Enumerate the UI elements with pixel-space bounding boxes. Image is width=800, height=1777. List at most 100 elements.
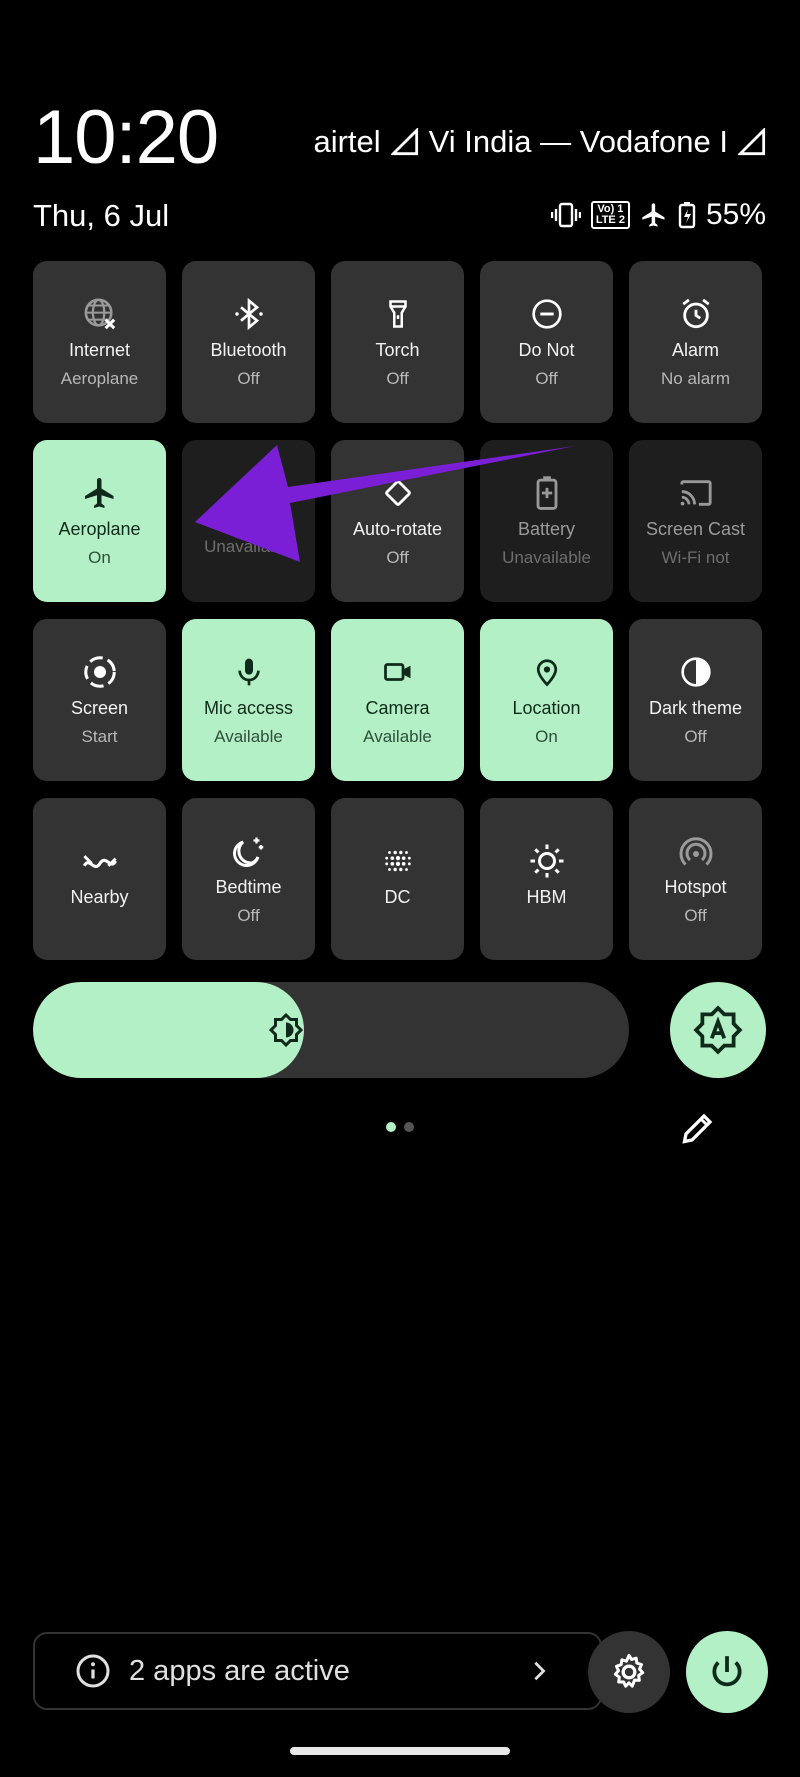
tile-label: Screen Cast — [645, 518, 746, 539]
settings-button[interactable] — [588, 1631, 670, 1713]
tile-label: Bluetooth — [210, 339, 287, 360]
tile-status: Start — [81, 726, 118, 746]
tile-status: Wi-Fi not — [661, 547, 730, 567]
dc-dimming-icon — [380, 843, 416, 879]
brightness-level — [33, 982, 304, 1078]
tile-status: Aeroplane — [60, 368, 139, 388]
active-apps-bar[interactable]: 2 apps are active — [33, 1632, 602, 1710]
edit-pencil-icon[interactable] — [680, 1110, 716, 1146]
tile-mic-access[interactable]: Mic access Available — [182, 619, 315, 781]
tile-status: On — [535, 726, 558, 746]
carrier-info: airtel Vi India — Vodafone I — [313, 124, 766, 160]
tile-aeroplane[interactable]: Aeroplane On — [33, 440, 166, 602]
carrier-2-label: Vi India — Vodafone I — [428, 124, 728, 159]
tile-unavailable[interactable]: Unavailable — [182, 440, 315, 602]
tile-nearby[interactable]: Nearby — [33, 798, 166, 960]
tile-label: Torch — [375, 339, 420, 360]
tile-dc-dimming[interactable]: DC — [331, 798, 464, 960]
tile-status: Unavailable — [502, 547, 591, 567]
tile-label: HBM — [526, 886, 567, 907]
chevron-right-icon — [534, 1661, 546, 1681]
tile-hbm[interactable]: HBM — [480, 798, 613, 960]
tile-battery-saver[interactable]: Battery Unavailable — [480, 440, 613, 602]
tile-status: No alarm — [661, 368, 730, 388]
airplane-icon — [82, 475, 118, 511]
bluetooth-icon — [231, 296, 267, 332]
tile-status: Available — [214, 726, 283, 746]
airplane-icon — [640, 201, 668, 229]
tile-status: Off — [237, 368, 260, 388]
power-button[interactable] — [686, 1631, 768, 1713]
quick-settings-grid: Internet Aeroplane Bluetooth Off Torch O… — [33, 261, 765, 960]
tile-alarm[interactable]: Alarm No alarm — [629, 261, 762, 423]
auto-brightness-icon — [693, 1005, 743, 1055]
camera-icon — [380, 654, 416, 690]
tile-auto-rotate[interactable]: Auto-rotate Off — [331, 440, 464, 602]
tile-status: Off — [684, 905, 707, 925]
tile-label: Location — [512, 697, 581, 718]
carrier-1-label: airtel — [313, 124, 381, 159]
dark-theme-icon — [678, 654, 714, 690]
tile-screen-record[interactable]: Screen Start — [33, 619, 166, 781]
tile-camera-access[interactable]: Camera Available — [331, 619, 464, 781]
screen-record-icon — [82, 654, 118, 690]
tile-label: DC — [384, 886, 411, 907]
do-not-disturb-icon — [529, 296, 565, 332]
info-icon — [76, 1654, 110, 1688]
tile-status: Available — [363, 726, 432, 746]
flashlight-icon — [380, 296, 416, 332]
power-icon — [712, 1656, 742, 1687]
tile-label: Auto-rotate — [352, 518, 443, 539]
tile-status: Off — [535, 368, 558, 388]
tile-label: Hotspot — [664, 876, 727, 897]
tile-label: Aeroplane — [58, 518, 141, 539]
tile-dark-theme[interactable]: Dark theme Off — [629, 619, 762, 781]
volte-lte-icon: Vo) 1 LTE 2 — [590, 201, 630, 229]
tile-bluetooth[interactable]: Bluetooth Off — [182, 261, 315, 423]
status-icons: Vo) 1 LTE 2 55% — [550, 198, 766, 232]
tile-label: Dark theme — [648, 697, 743, 718]
brightness-icon — [268, 1012, 304, 1048]
high-brightness-icon — [529, 843, 565, 879]
tile-location[interactable]: Location On — [480, 619, 613, 781]
tile-label: Camera — [365, 697, 430, 718]
cast-icon — [678, 475, 714, 511]
tile-status: Off — [386, 547, 409, 567]
battery-saver-icon — [529, 475, 565, 511]
clock: 10:20 — [33, 95, 219, 180]
hotspot-icon — [678, 833, 714, 869]
settings-gear-icon — [613, 1653, 645, 1688]
tile-status: Off — [237, 905, 260, 925]
tile-label: Do Not — [518, 339, 575, 360]
brightness-slider[interactable] — [33, 982, 629, 1078]
tile-status: On — [88, 547, 111, 567]
tile-label: Battery — [517, 518, 576, 539]
tile-hotspot[interactable]: Hotspot Off — [629, 798, 762, 960]
globe-off-icon — [82, 296, 118, 332]
signal-icon — [738, 128, 766, 156]
blank-icon — [231, 485, 267, 521]
date-label: Thu, 6 Jul — [33, 198, 170, 233]
tile-screen-cast[interactable]: Screen Cast Wi-Fi not — [629, 440, 762, 602]
auto-rotate-icon — [380, 475, 416, 511]
battery-percent: 55% — [705, 198, 766, 231]
home-gesture-bar[interactable] — [290, 1747, 510, 1755]
location-pin-icon — [529, 654, 565, 690]
tile-torch[interactable]: Torch Off — [331, 261, 464, 423]
signal-icon — [390, 128, 418, 156]
tile-label: Bedtime — [215, 876, 282, 897]
active-apps-label: 2 apps are active — [129, 1654, 350, 1687]
auto-brightness-button[interactable] — [670, 982, 766, 1078]
tile-do-not-disturb[interactable]: Do Not Off — [480, 261, 613, 423]
alarm-icon — [678, 296, 714, 332]
vibrate-icon — [550, 202, 581, 228]
page-indicator — [386, 1122, 414, 1132]
tile-bedtime[interactable]: Bedtime Off — [182, 798, 315, 960]
tile-label: Mic access — [203, 697, 293, 718]
tile-internet[interactable]: Internet Aeroplane — [33, 261, 166, 423]
mic-icon — [231, 654, 267, 690]
tile-label: Nearby — [70, 886, 129, 907]
bedtime-icon — [231, 833, 267, 869]
nearby-share-icon — [82, 843, 118, 879]
page-dot — [404, 1122, 414, 1132]
